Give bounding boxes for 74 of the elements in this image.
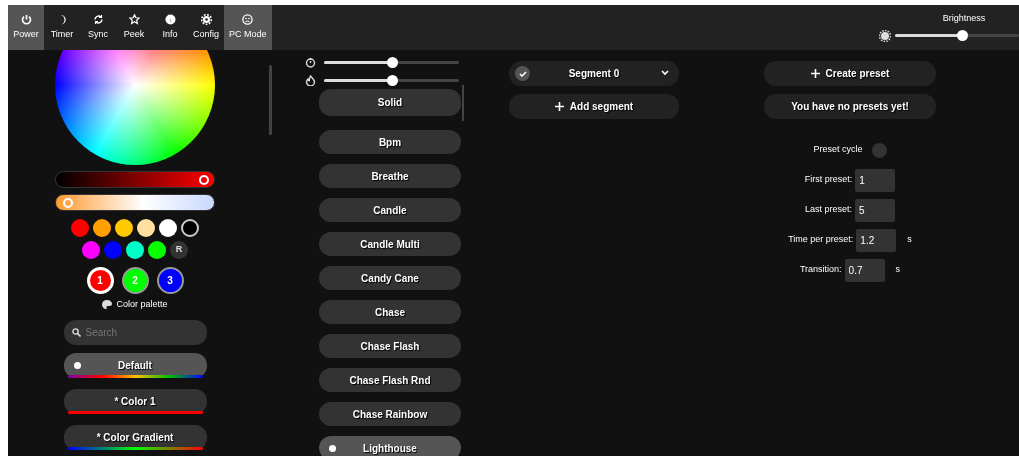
brightness-label: Brightness — [941, 12, 987, 25]
segment-checkbox[interactable] — [515, 66, 530, 81]
number-field[interactable]: 1.2 — [856, 228, 897, 252]
field-label: Transition: — [799, 263, 842, 277]
check-icon — [518, 70, 527, 77]
brightness-icon — [879, 29, 891, 42]
segment-name: Segment 0 — [568, 67, 620, 81]
number-field[interactable]: 1 — [855, 168, 896, 192]
sync-icon — [92, 14, 104, 26]
palette-heading: Color palette — [116, 298, 168, 311]
field-label: Last preset: — [805, 203, 852, 217]
unit-label: s — [895, 263, 901, 277]
plus-icon — [810, 69, 820, 78]
nav-tab[interactable]: Power — [8, 5, 44, 50]
palette-icon — [102, 300, 113, 310]
effect-item[interactable]: Chase Rainbow — [319, 402, 461, 426]
flame-icon — [305, 74, 316, 86]
effect-item[interactable]: Chase Flash Rnd — [319, 368, 461, 392]
random-color-button[interactable]: R — [170, 241, 188, 259]
search-icon — [71, 327, 81, 337]
color-swatch[interactable] — [181, 219, 199, 237]
star-icon — [128, 14, 140, 26]
color-slot-button[interactable]: 3 — [156, 267, 184, 294]
nav-tab[interactable]: Peek — [116, 5, 152, 50]
scrollbar[interactable] — [269, 65, 272, 135]
color-swatch[interactable] — [82, 241, 100, 259]
no-presets-message: You have no presets yet! — [764, 94, 936, 119]
info-icon — [164, 14, 176, 26]
color-swatch[interactable] — [126, 241, 144, 259]
palette-item[interactable]: Default — [63, 352, 207, 378]
effect-item[interactable]: Solid — [319, 89, 461, 116]
search-field[interactable]: Search — [63, 319, 207, 345]
field-label: First preset: — [804, 173, 853, 187]
color-swatch[interactable] — [71, 219, 89, 237]
number-field[interactable]: 5 — [855, 198, 895, 222]
color-swatch[interactable] — [137, 219, 155, 237]
palette-item[interactable]: * Color Gradient — [63, 424, 207, 450]
preset-cycle-label: Preset cycle — [813, 143, 863, 157]
field-label: Time per preset: — [788, 233, 854, 247]
stopwatch-icon — [305, 56, 316, 68]
settings-icon — [200, 14, 212, 26]
effect-item[interactable]: Candle — [319, 198, 461, 222]
segment-row[interactable]: Segment 0 — [509, 61, 679, 86]
chevron-down-icon[interactable] — [661, 70, 669, 76]
nav-tab[interactable]: Config — [188, 5, 224, 50]
power-icon — [20, 14, 32, 26]
nav-tab[interactable]: Timer — [44, 5, 80, 50]
color-slot-button[interactable]: 1 — [86, 267, 114, 294]
color-temperature-slider[interactable] — [55, 194, 215, 211]
effect-item[interactable]: Chase Flash — [319, 334, 461, 358]
effect-item[interactable]: Candle Multi — [319, 232, 461, 256]
nav-tab[interactable]: Sync — [80, 5, 116, 50]
number-field[interactable]: 0.7 — [844, 258, 885, 282]
effect-item[interactable]: Bpm — [319, 130, 461, 154]
effect-item[interactable]: Lighthouse — [319, 436, 461, 456]
nav-tab[interactable]: Info — [152, 5, 188, 50]
preset-cycle-toggle[interactable] — [871, 142, 887, 158]
plus-icon — [554, 102, 564, 111]
smiley-icon — [242, 14, 254, 26]
palette-item[interactable]: * Color 1 — [63, 388, 207, 414]
selected-dot-icon — [329, 445, 336, 452]
color-swatch[interactable] — [93, 219, 111, 237]
add-segment-button[interactable]: Add segment — [509, 94, 679, 119]
create-preset-button[interactable]: Create preset — [764, 61, 936, 86]
color-swatch[interactable] — [115, 219, 133, 237]
color-swatch[interactable] — [104, 241, 122, 259]
unit-label: s — [907, 233, 912, 247]
effect-item[interactable]: Chase — [319, 300, 461, 324]
effect-item[interactable]: Breathe — [319, 164, 461, 188]
selected-dot-icon — [73, 361, 81, 369]
color-swatch[interactable] — [148, 241, 166, 259]
nav-tab[interactable]: PC Mode — [224, 5, 272, 50]
color-swatch[interactable] — [159, 219, 177, 237]
effect-item[interactable]: Candy Cane — [319, 266, 461, 290]
